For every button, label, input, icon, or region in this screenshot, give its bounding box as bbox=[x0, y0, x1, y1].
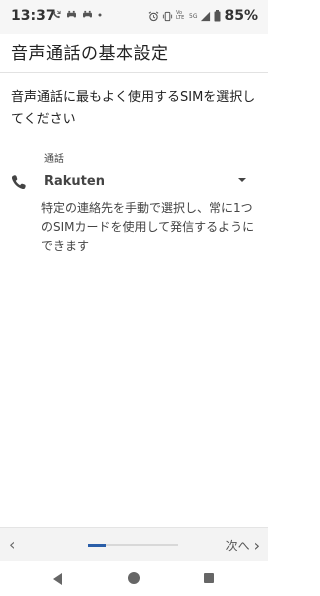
game-icon bbox=[83, 10, 92, 18]
call-section-label: 通話 bbox=[44, 154, 64, 165]
status-system-icons: Vo LTE 5G 85% bbox=[148, 8, 258, 24]
setup-wizard-bar: ‹ 次へ › bbox=[0, 527, 268, 562]
nav-home-icon[interactable] bbox=[128, 572, 140, 584]
dot-icon bbox=[98, 13, 102, 16]
alarm-icon bbox=[148, 10, 159, 21]
battery-icon bbox=[214, 10, 221, 22]
chevron-left-icon[interactable]: ‹ bbox=[9, 535, 15, 554]
call-sim-description: 特定の連絡先を手動で選択し、常に1つのSIMカードを使用して発信するようにできま… bbox=[41, 201, 255, 253]
nav-back-icon[interactable] bbox=[53, 573, 62, 585]
status-bar: 13:37 Vo LTE 5G 85% bbox=[0, 0, 268, 34]
page-title: 音声通話の基本設定 bbox=[11, 44, 169, 64]
instruction-text: 音声通話に最もよく使用するSIMを選択してください bbox=[11, 90, 256, 127]
next-button-label: 次へ bbox=[225, 539, 250, 553]
missed-call-icon bbox=[52, 10, 61, 19]
phone-icon bbox=[11, 175, 26, 190]
volte-label: Vo LTE bbox=[176, 10, 185, 21]
nav-recents-icon[interactable] bbox=[204, 573, 214, 583]
selected-sim-value: Rakuten bbox=[44, 174, 105, 189]
battery-percent: 85% bbox=[224, 8, 258, 24]
network-type-label: 5G bbox=[189, 12, 198, 20]
game-icon bbox=[67, 10, 76, 18]
status-time: 13:37 bbox=[11, 8, 56, 24]
vibrate-icon bbox=[162, 11, 173, 21]
signal-icon bbox=[201, 11, 211, 21]
setup-progress-fill bbox=[88, 543, 106, 547]
system-nav-bar bbox=[0, 561, 268, 596]
call-sim-dropdown[interactable]: Rakuten bbox=[38, 168, 250, 194]
status-notification-icons bbox=[52, 10, 102, 19]
setup-progress-bar bbox=[88, 543, 178, 547]
screen: 13:37 Vo LTE 5G 85% 音声通話の基本設定 音声通話に最もよく使… bbox=[0, 0, 268, 596]
next-button[interactable]: 次へ › bbox=[226, 536, 260, 555]
dropdown-arrow-icon bbox=[238, 178, 246, 182]
chevron-right-icon: › bbox=[253, 536, 260, 555]
header: 音声通話の基本設定 bbox=[0, 34, 268, 73]
